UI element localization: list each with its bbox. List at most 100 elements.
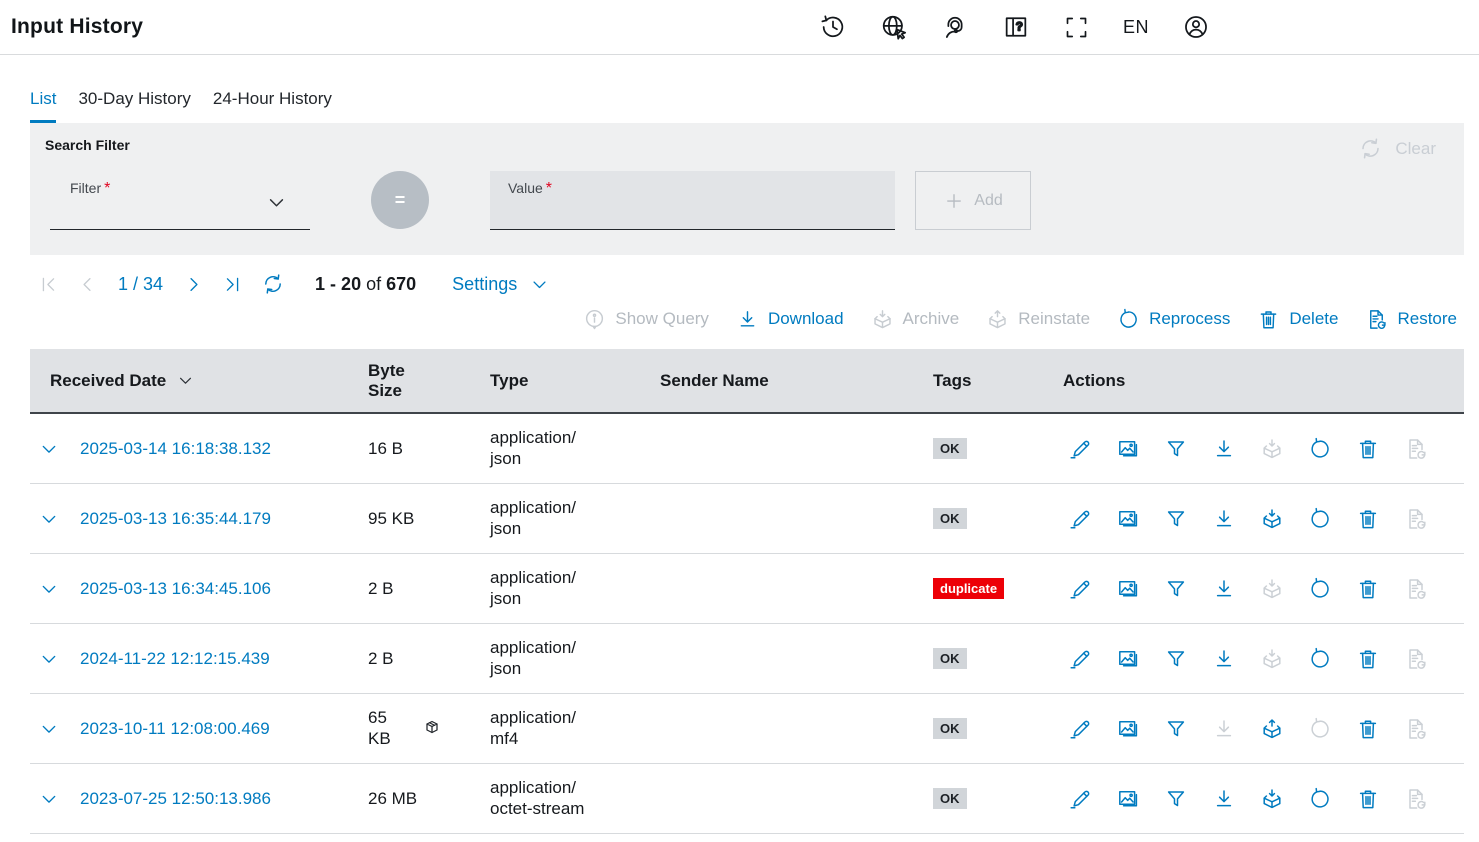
filter-select[interactable]: Filter* — [50, 171, 310, 230]
received-date-link[interactable]: 2024-11-22 12:12:15.439 — [80, 649, 270, 669]
sort-icon[interactable] — [176, 371, 195, 390]
received-date-link[interactable]: 2025-03-14 16:18:38.132 — [80, 439, 271, 459]
reinstate-row-button[interactable] — [1260, 717, 1284, 741]
clear-filter-button: Clear — [1358, 136, 1436, 161]
refresh-icon[interactable] — [261, 272, 285, 296]
refresh-icon — [1358, 136, 1383, 161]
filter-row-button[interactable] — [1164, 577, 1188, 601]
archive-row-button — [1260, 577, 1284, 601]
value-label: Value — [508, 180, 543, 196]
filter-row-button[interactable] — [1164, 437, 1188, 461]
filter-row-button[interactable] — [1164, 717, 1188, 741]
chevron-down-icon — [38, 438, 60, 460]
column-received-date[interactable]: Received Date — [30, 371, 368, 391]
download-row-button[interactable] — [1212, 437, 1236, 461]
filter-row-button[interactable] — [1164, 787, 1188, 811]
reprocess-row-button[interactable] — [1308, 507, 1332, 531]
download-button[interactable]: Download — [736, 308, 844, 331]
received-date-link[interactable]: 2025-03-13 16:35:44.179 — [80, 509, 271, 529]
edit-row-button[interactable] — [1068, 647, 1092, 671]
delete-row-button[interactable] — [1356, 787, 1380, 811]
globe-icon[interactable] — [880, 13, 908, 41]
view-image-row-button[interactable] — [1116, 647, 1140, 671]
restore-row-button — [1404, 717, 1428, 741]
row-expand-button[interactable] — [38, 438, 60, 460]
settings-button[interactable]: Settings — [452, 274, 550, 295]
view-image-row-button[interactable] — [1116, 717, 1140, 741]
user-icon[interactable] — [1182, 13, 1210, 41]
delete-button[interactable]: Delete — [1257, 308, 1338, 331]
reinstate-button: Reinstate — [986, 308, 1090, 331]
download-row-button[interactable] — [1212, 507, 1236, 531]
reprocess-row-button[interactable] — [1308, 577, 1332, 601]
row-expand-button[interactable] — [38, 578, 60, 600]
row-actions — [1063, 647, 1464, 671]
view-image-row-button[interactable] — [1116, 577, 1140, 601]
delete-row-button[interactable] — [1356, 717, 1380, 741]
required-marker: * — [546, 180, 552, 197]
row-actions — [1063, 787, 1464, 811]
page-indicator: 1 / 34 — [118, 274, 163, 295]
reprocess-button[interactable]: Reprocess — [1117, 308, 1230, 331]
archive-icon — [871, 308, 894, 331]
tab-24-hour-history[interactable]: 24-Hour History — [213, 89, 332, 123]
restore-button[interactable]: Restore — [1365, 308, 1457, 331]
pagination-bar: 1 / 34 1 - 20 of 670 Settings — [38, 267, 1479, 301]
status-badge: OK — [933, 788, 967, 809]
filter-row-button[interactable] — [1164, 647, 1188, 671]
row-expand-button[interactable] — [38, 788, 60, 810]
edit-row-button[interactable] — [1068, 787, 1092, 811]
column-sender-name: Sender Name — [660, 371, 933, 391]
status-badge: duplicate — [933, 578, 1004, 599]
last-page-button[interactable] — [222, 274, 243, 295]
row-expand-button[interactable] — [38, 648, 60, 670]
show-query-button: Show Query — [583, 308, 709, 331]
row-actions — [1063, 437, 1464, 461]
view-image-row-button[interactable] — [1116, 507, 1140, 531]
edit-row-button[interactable] — [1068, 577, 1092, 601]
help-icon[interactable] — [1002, 13, 1030, 41]
download-row-button[interactable] — [1212, 787, 1236, 811]
delete-row-button[interactable] — [1356, 507, 1380, 531]
value-input[interactable]: Value* — [490, 171, 895, 230]
tab-list[interactable]: List — [30, 89, 56, 123]
history-icon[interactable] — [819, 13, 847, 41]
view-image-row-button[interactable] — [1116, 787, 1140, 811]
chevron-down-icon — [38, 718, 60, 740]
reprocess-row-button[interactable] — [1308, 787, 1332, 811]
received-date-link[interactable]: 2023-07-25 12:50:13.986 — [80, 789, 271, 809]
restore-row-button — [1404, 577, 1428, 601]
type-value: application/json — [490, 638, 660, 679]
fullscreen-icon[interactable] — [1063, 14, 1090, 41]
delete-row-button[interactable] — [1356, 437, 1380, 461]
status-badge: OK — [933, 438, 967, 459]
column-actions: Actions — [1063, 371, 1464, 391]
download-row-button[interactable] — [1212, 577, 1236, 601]
tab-30-day-history[interactable]: 30-Day History — [78, 89, 190, 123]
type-value: application/json — [490, 428, 660, 469]
archive-row-button — [1260, 437, 1284, 461]
edit-row-button[interactable] — [1068, 507, 1092, 531]
archive-row-button[interactable] — [1260, 787, 1284, 811]
row-expand-button[interactable] — [38, 718, 60, 740]
chevron-down-icon — [265, 191, 288, 214]
archive-row-button[interactable] — [1260, 507, 1284, 531]
received-date-link[interactable]: 2025-03-13 16:34:45.106 — [80, 579, 271, 599]
filter-row-button[interactable] — [1164, 507, 1188, 531]
language-selector[interactable]: EN — [1123, 17, 1149, 38]
delete-row-button[interactable] — [1356, 647, 1380, 671]
table-row: 2025-03-13 16:35:44.179 95 KB applicatio… — [30, 484, 1464, 554]
view-image-row-button[interactable] — [1116, 437, 1140, 461]
reprocess-row-button[interactable] — [1308, 437, 1332, 461]
result-range: 1 - 20 of 670 — [315, 274, 416, 295]
download-row-button[interactable] — [1212, 647, 1236, 671]
row-expand-button[interactable] — [38, 508, 60, 530]
reprocess-row-button[interactable] — [1308, 647, 1332, 671]
received-date-link[interactable]: 2023-10-11 12:08:00.469 — [80, 719, 270, 739]
page-title: Input History — [11, 15, 143, 39]
edit-row-button[interactable] — [1068, 717, 1092, 741]
next-page-button[interactable] — [183, 274, 204, 295]
edit-row-button[interactable] — [1068, 437, 1092, 461]
support-icon[interactable] — [941, 13, 969, 41]
delete-row-button[interactable] — [1356, 577, 1380, 601]
